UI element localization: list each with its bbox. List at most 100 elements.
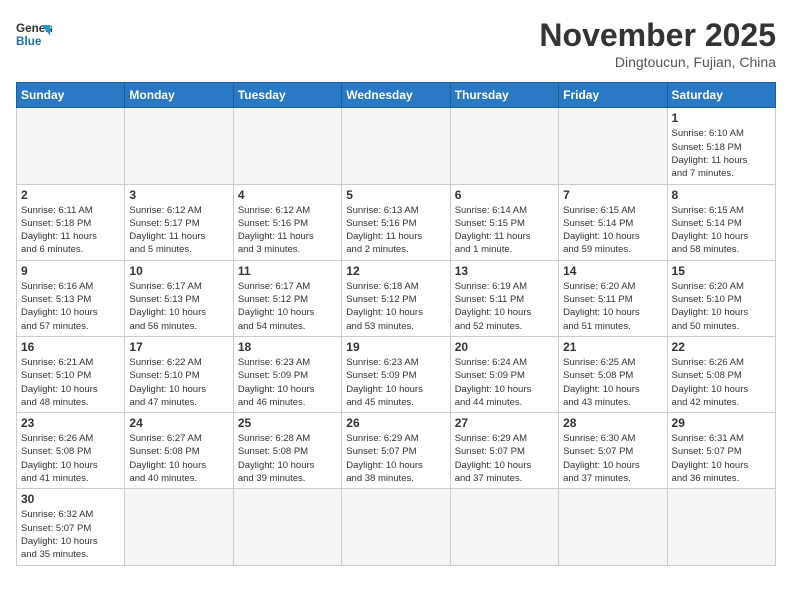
day-info: Sunrise: 6:15 AM Sunset: 5:14 PM Dayligh… (672, 204, 771, 257)
day-number: 8 (672, 188, 771, 202)
calendar-day-cell (233, 489, 341, 565)
day-number: 2 (21, 188, 120, 202)
calendar-day-cell: 18 Sunrise: 6:23 AM Sunset: 5:09 PM Dayli… (233, 336, 341, 412)
calendar-day-cell (559, 489, 667, 565)
calendar-day-cell (17, 108, 125, 184)
calendar-day-cell: 6Sunrise: 6:14 AM Sunset: 5:15 PM Daylig… (450, 184, 558, 260)
day-info: Sunrise: 6:23 AM Sunset: 5:09 PM Dayligh… (238, 356, 337, 409)
day-number: 25 (238, 416, 337, 430)
day-number: 4 (238, 188, 337, 202)
weekday-header: Friday (559, 83, 667, 108)
day-number: 18 (238, 340, 337, 354)
calendar-day-cell: 14 Sunrise: 6:20 AM Sunset: 5:11 PM Dayli… (559, 260, 667, 336)
calendar-day-cell: 11 Sunrise: 6:17 AM Sunset: 5:12 PM Dayli… (233, 260, 341, 336)
day-number: 26 (346, 416, 445, 430)
day-info: Sunrise: 6:18 AM Sunset: 5:12 PM Dayligh… (346, 280, 445, 333)
weekday-header-row: SundayMondayTuesdayWednesdayThursdayFrid… (17, 83, 776, 108)
calendar-day-cell (450, 108, 558, 184)
calendar-day-cell (125, 108, 233, 184)
day-number: 13 (455, 264, 554, 278)
day-info: Sunrise: 6:26 AM Sunset: 5:08 PM Dayligh… (672, 356, 771, 409)
day-info: Sunrise: 6:12 AM Sunset: 5:17 PM Dayligh… (129, 204, 228, 257)
weekday-header: Wednesday (342, 83, 450, 108)
day-number: 16 (21, 340, 120, 354)
day-number: 23 (21, 416, 120, 430)
day-number: 3 (129, 188, 228, 202)
calendar-day-cell: 3 Sunrise: 6:12 AM Sunset: 5:17 PM Daylig… (125, 184, 233, 260)
calendar-week-row: 1 Sunrise: 6:10 AM Sunset: 5:18 PM Daylig… (17, 108, 776, 184)
day-info: Sunrise: 6:20 AM Sunset: 5:11 PM Dayligh… (563, 280, 662, 333)
calendar-week-row: 30 Sunrise: 6:32 AM Sunset: 5:07 PM Dayli… (17, 489, 776, 565)
calendar-day-cell: 24Sunrise: 6:27 AM Sunset: 5:08 PM Dayli… (125, 413, 233, 489)
day-number: 27 (455, 416, 554, 430)
calendar-day-cell: 19 Sunrise: 6:23 AM Sunset: 5:09 PM Dayli… (342, 336, 450, 412)
day-info: Sunrise: 6:16 AM Sunset: 5:13 PM Dayligh… (21, 280, 120, 333)
calendar-day-cell: 5 Sunrise: 6:13 AM Sunset: 5:16 PM Daylig… (342, 184, 450, 260)
day-info: Sunrise: 6:19 AM Sunset: 5:11 PM Dayligh… (455, 280, 554, 333)
day-number: 12 (346, 264, 445, 278)
calendar-week-row: 23 Sunrise: 6:26 AM Sunset: 5:08 PM Dayli… (17, 413, 776, 489)
day-info: Sunrise: 6:32 AM Sunset: 5:07 PM Dayligh… (21, 508, 120, 561)
day-info: Sunrise: 6:24 AM Sunset: 5:09 PM Dayligh… (455, 356, 554, 409)
calendar-day-cell (667, 489, 775, 565)
day-info: Sunrise: 6:22 AM Sunset: 5:10 PM Dayligh… (129, 356, 228, 409)
day-info: Sunrise: 6:25 AM Sunset: 5:08 PM Dayligh… (563, 356, 662, 409)
calendar-table: SundayMondayTuesdayWednesdayThursdayFrid… (16, 82, 776, 565)
day-number: 24 (129, 416, 228, 430)
day-number: 14 (563, 264, 662, 278)
weekday-header: Sunday (17, 83, 125, 108)
calendar-day-cell: 26 Sunrise: 6:29 AM Sunset: 5:07 PM Dayli… (342, 413, 450, 489)
calendar-day-cell: 22Sunrise: 6:26 AM Sunset: 5:08 PM Dayli… (667, 336, 775, 412)
day-info: Sunrise: 6:28 AM Sunset: 5:08 PM Dayligh… (238, 432, 337, 485)
calendar-day-cell: 16 Sunrise: 6:21 AM Sunset: 5:10 PM Dayli… (17, 336, 125, 412)
day-info: Sunrise: 6:17 AM Sunset: 5:12 PM Dayligh… (238, 280, 337, 333)
day-number: 7 (563, 188, 662, 202)
calendar-day-cell: 29Sunrise: 6:31 AM Sunset: 5:07 PM Dayli… (667, 413, 775, 489)
day-number: 28 (563, 416, 662, 430)
calendar-week-row: 2Sunrise: 6:11 AM Sunset: 5:18 PM Daylig… (17, 184, 776, 260)
calendar-day-cell: 4Sunrise: 6:12 AM Sunset: 5:16 PM Daylig… (233, 184, 341, 260)
calendar-day-cell: 12 Sunrise: 6:18 AM Sunset: 5:12 PM Dayli… (342, 260, 450, 336)
day-info: Sunrise: 6:26 AM Sunset: 5:08 PM Dayligh… (21, 432, 120, 485)
day-info: Sunrise: 6:13 AM Sunset: 5:16 PM Dayligh… (346, 204, 445, 257)
logo: General Blue (16, 16, 52, 52)
day-info: Sunrise: 6:21 AM Sunset: 5:10 PM Dayligh… (21, 356, 120, 409)
day-info: Sunrise: 6:10 AM Sunset: 5:18 PM Dayligh… (672, 127, 771, 180)
day-info: Sunrise: 6:23 AM Sunset: 5:09 PM Dayligh… (346, 356, 445, 409)
calendar-day-cell: 8 Sunrise: 6:15 AM Sunset: 5:14 PM Daylig… (667, 184, 775, 260)
location: Dingtoucun, Fujian, China (539, 54, 776, 70)
day-number: 11 (238, 264, 337, 278)
page-header: General Blue November 2025 Dingtoucun, F… (16, 16, 776, 70)
svg-text:Blue: Blue (16, 35, 42, 48)
calendar-week-row: 9 Sunrise: 6:16 AM Sunset: 5:13 PM Daylig… (17, 260, 776, 336)
day-number: 10 (129, 264, 228, 278)
day-info: Sunrise: 6:29 AM Sunset: 5:07 PM Dayligh… (346, 432, 445, 485)
day-number: 29 (672, 416, 771, 430)
calendar-week-row: 16 Sunrise: 6:21 AM Sunset: 5:10 PM Dayli… (17, 336, 776, 412)
calendar-day-cell: 20 Sunrise: 6:24 AM Sunset: 5:09 PM Dayli… (450, 336, 558, 412)
day-info: Sunrise: 6:17 AM Sunset: 5:13 PM Dayligh… (129, 280, 228, 333)
calendar-day-cell: 23 Sunrise: 6:26 AM Sunset: 5:08 PM Dayli… (17, 413, 125, 489)
calendar-day-cell (233, 108, 341, 184)
day-number: 5 (346, 188, 445, 202)
day-info: Sunrise: 6:20 AM Sunset: 5:10 PM Dayligh… (672, 280, 771, 333)
calendar-day-cell (450, 489, 558, 565)
calendar-day-cell (342, 489, 450, 565)
calendar-day-cell: 28 Sunrise: 6:30 AM Sunset: 5:07 PM Dayli… (559, 413, 667, 489)
day-info: Sunrise: 6:30 AM Sunset: 5:07 PM Dayligh… (563, 432, 662, 485)
day-number: 9 (21, 264, 120, 278)
weekday-header: Tuesday (233, 83, 341, 108)
day-number: 20 (455, 340, 554, 354)
day-number: 1 (672, 111, 771, 125)
calendar-day-cell: 1 Sunrise: 6:10 AM Sunset: 5:18 PM Daylig… (667, 108, 775, 184)
day-number: 6 (455, 188, 554, 202)
calendar-day-cell: 25 Sunrise: 6:28 AM Sunset: 5:08 PM Dayli… (233, 413, 341, 489)
calendar-day-cell: 17Sunrise: 6:22 AM Sunset: 5:10 PM Dayli… (125, 336, 233, 412)
calendar-day-cell: 2Sunrise: 6:11 AM Sunset: 5:18 PM Daylig… (17, 184, 125, 260)
weekday-header: Saturday (667, 83, 775, 108)
day-info: Sunrise: 6:15 AM Sunset: 5:14 PM Dayligh… (563, 204, 662, 257)
calendar-day-cell (125, 489, 233, 565)
day-number: 30 (21, 492, 120, 506)
day-number: 19 (346, 340, 445, 354)
calendar-day-cell: 30 Sunrise: 6:32 AM Sunset: 5:07 PM Dayli… (17, 489, 125, 565)
